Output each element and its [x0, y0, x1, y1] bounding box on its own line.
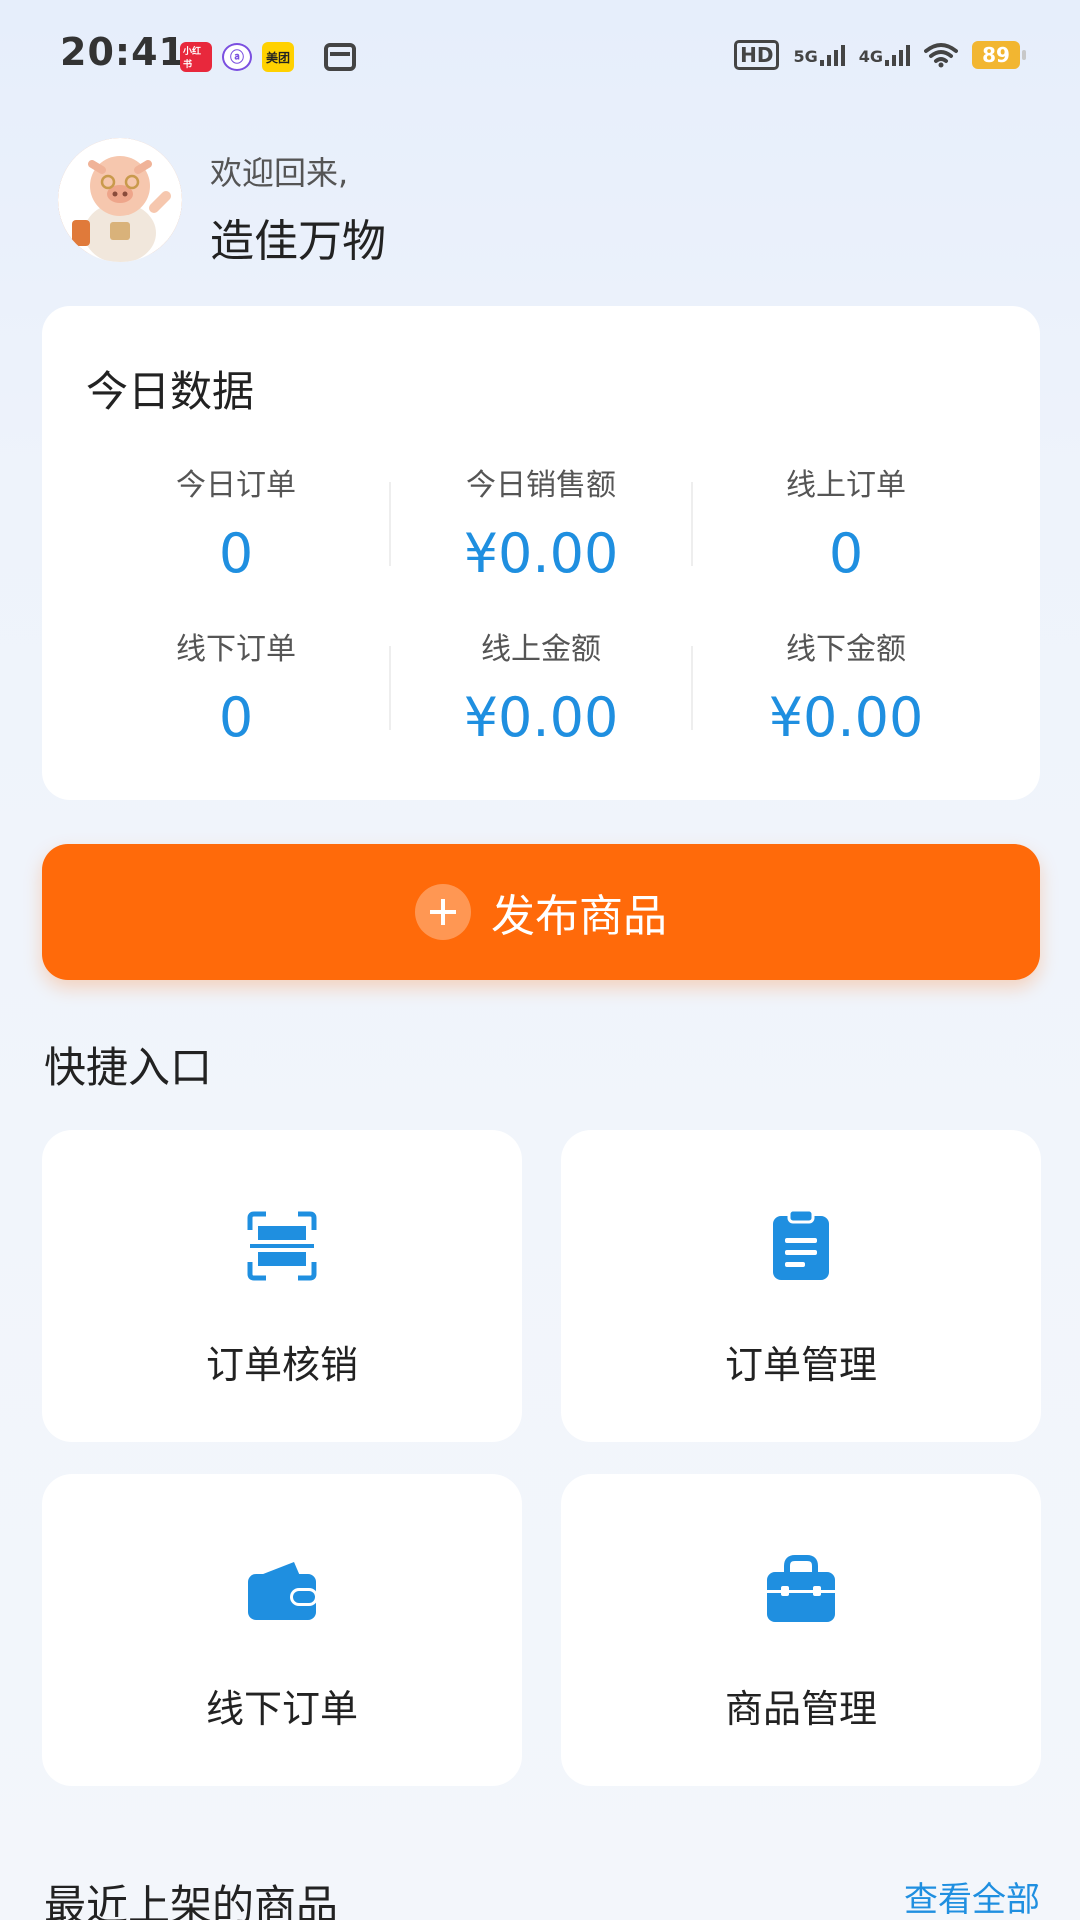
stat-value: 0 [218, 522, 254, 585]
status-time: 20:41 [60, 30, 186, 74]
publish-product-button[interactable]: 发布商品 [42, 844, 1040, 980]
shop-name: 造佳万物 [210, 216, 386, 267]
stat-value: ¥0.00 [463, 522, 619, 585]
signal-4g-label: 4G [858, 47, 883, 66]
stat-label: 线上订单 [786, 468, 906, 503]
stat-value: ¥0.00 [768, 686, 924, 749]
today-data-card: 今日数据 今日订单 0 今日销售额 ¥0.00 线上订单 0 线下订单 0 线上… [42, 306, 1040, 800]
quick-label: 线下订单 [205, 1687, 358, 1731]
xiaohongshu-icon: 小红书 [180, 42, 212, 72]
stat-value: 0 [828, 522, 864, 585]
wifi-icon [924, 43, 958, 68]
stat-value: 0 [218, 686, 254, 749]
stat-offline-orders[interactable]: 线下订单 0 [86, 624, 386, 749]
pig-mascot-icon [58, 138, 182, 262]
stat-online-orders[interactable]: 线上订单 0 [696, 460, 996, 585]
signal-5g-icon: 5G [793, 44, 845, 66]
quick-order-verify[interactable]: 订单核销 [42, 1130, 522, 1442]
quick-entry-title: 快捷入口 [44, 1043, 213, 1092]
bag-icon [767, 1555, 835, 1622]
publish-product-label: 发布商品 [491, 891, 667, 942]
app-notification-icon: ⓐ [222, 43, 252, 71]
wallet-icon [248, 1562, 318, 1620]
quick-label: 订单核销 [205, 1343, 358, 1387]
welcome-text: 欢迎回来, [210, 154, 349, 192]
stat-divider [691, 482, 693, 566]
stat-label: 线下订单 [176, 632, 296, 667]
signal-4g-icon: 4G [859, 44, 910, 66]
stat-today-sales[interactable]: 今日销售额 ¥0.00 [391, 460, 691, 585]
quick-label: 订单管理 [724, 1343, 877, 1387]
stat-label: 线下金额 [786, 632, 906, 667]
quick-order-manage[interactable]: 订单管理 [561, 1130, 1041, 1442]
stat-online-amount[interactable]: 线上金额 ¥0.00 [391, 624, 691, 749]
plus-icon [415, 884, 471, 940]
stat-value: ¥0.00 [463, 686, 619, 749]
view-all-link[interactable]: 查看全部 [904, 1872, 1040, 1920]
battery-icon: 89 [972, 41, 1026, 69]
home-page: 20:41 小红书 ⓐ 美团 HD 5G 4G 89 欢迎回来, 造佳万物 今日… [0, 0, 1080, 1920]
notification-icons: 小红书 ⓐ 美团 [180, 42, 356, 72]
system-indicators: HD 5G 4G 89 [734, 40, 1026, 70]
stat-divider [691, 646, 693, 730]
stat-offline-amount[interactable]: 线下金额 ¥0.00 [696, 624, 996, 749]
card-icon [324, 43, 356, 71]
stat-label: 今日销售额 [466, 468, 616, 503]
stat-today-orders[interactable]: 今日订单 0 [86, 460, 386, 585]
scan-icon [247, 1211, 317, 1281]
avatar[interactable] [58, 138, 182, 262]
hd-icon: HD [734, 40, 780, 70]
quick-offline-order[interactable]: 线下订单 [42, 1474, 522, 1786]
status-bar: 20:41 小红书 ⓐ 美团 HD 5G 4G 89 [0, 0, 1080, 110]
clipboard-icon [773, 1208, 829, 1280]
quick-product-manage[interactable]: 商品管理 [561, 1474, 1041, 1786]
quick-label: 商品管理 [724, 1687, 877, 1731]
stat-label: 今日订单 [176, 468, 296, 503]
signal-5g-label: 5G [793, 47, 818, 66]
meituan-icon: 美团 [262, 42, 294, 72]
recent-products-title: 最近上架的商品 [44, 1881, 339, 1920]
today-data-title: 今日数据 [86, 367, 255, 416]
stat-label: 线上金额 [481, 632, 601, 667]
